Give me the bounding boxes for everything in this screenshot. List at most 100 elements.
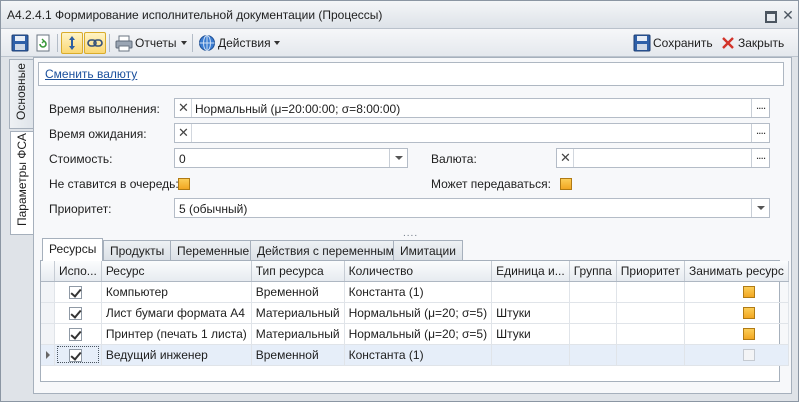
occupy-checkbox[interactable] (743, 328, 756, 341)
type-cell[interactable]: Материальный (251, 302, 345, 324)
transferable-checkbox[interactable] (560, 178, 572, 190)
occupy-cell[interactable] (684, 302, 789, 324)
qty-cell[interactable]: Константа (1) (344, 281, 493, 303)
used-cell[interactable] (54, 323, 102, 345)
used-cell[interactable] (54, 281, 102, 303)
change-currency-link[interactable]: Сменить валюту (45, 67, 137, 81)
occupy-checkbox[interactable] (743, 349, 756, 362)
priority-dropdown-icon[interactable] (751, 199, 769, 217)
ellipsis-button[interactable]: .... (751, 124, 769, 142)
group-cell[interactable] (569, 302, 617, 324)
table-row[interactable]: Ведущий инженер Временной Константа (1) (41, 344, 789, 366)
occupy-cell[interactable] (684, 323, 789, 345)
actions-menu[interactable]: Действия (218, 36, 271, 50)
qty-cell[interactable]: Нормальный (μ=20; σ=5) (344, 323, 493, 345)
clear-icon[interactable]: ✕ (178, 101, 190, 115)
table-row[interactable]: Компьютер Временной Константа (1) (41, 281, 789, 303)
column-header[interactable]: Количество (344, 261, 493, 282)
resource-cell[interactable]: Компьютер (101, 281, 252, 303)
exec-time-value: Нормальный (μ=20:00:00; σ=8:00:00) (195, 102, 401, 116)
occupy-cell[interactable] (684, 344, 789, 366)
priority-cell[interactable] (616, 323, 685, 345)
priority-cell[interactable] (616, 281, 685, 303)
used-checkbox[interactable] (69, 327, 82, 341)
qty-cell[interactable]: Нормальный (μ=20; σ=5) (344, 302, 493, 324)
resource-cell[interactable]: Принтер (печать 1 листа) (101, 323, 252, 345)
used-checkbox[interactable] (69, 285, 82, 299)
unit-cell[interactable]: Штуки (491, 323, 570, 345)
tab-variables[interactable]: Переменные (170, 240, 257, 260)
expand-vertical-button[interactable] (61, 32, 83, 54)
row-indicator[interactable] (41, 344, 55, 366)
type-cell[interactable]: Временной (251, 344, 345, 366)
resource-cell[interactable]: Ведущий инженер (101, 344, 252, 366)
used-checkbox[interactable] (69, 306, 82, 320)
row-indicator-header (41, 261, 55, 282)
tab-resources[interactable]: Ресурсы (42, 238, 104, 261)
ellipsis-button[interactable]: .... (751, 99, 769, 117)
chain-link-icon (87, 39, 103, 47)
link-button[interactable] (84, 32, 106, 54)
group-cell[interactable] (569, 323, 617, 345)
process-window: А4.2.4.1 Формирование исполнительной док… (0, 0, 799, 402)
type-cell[interactable]: Материальный (251, 323, 345, 345)
row-indicator[interactable] (41, 302, 55, 324)
reports-menu[interactable]: Отчеты (135, 36, 176, 50)
occupy-checkbox[interactable] (743, 286, 756, 299)
used-checkbox[interactable] (69, 348, 82, 362)
row-indicator[interactable] (41, 281, 55, 303)
ellipsis-button[interactable]: .... (751, 149, 769, 167)
cost-field[interactable]: 0 (174, 148, 408, 168)
column-header[interactable]: Занимать ресурс (684, 261, 789, 282)
clear-icon[interactable]: ✕ (178, 126, 190, 140)
cost-dropdown-icon[interactable] (389, 149, 407, 167)
restore-icon[interactable] (763, 8, 777, 23)
no-queue-label: Не ставится в очередь: (49, 177, 179, 191)
fsa-params-panel: Сменить валюту Время выполнения: ✕ Норма… (33, 57, 792, 394)
column-header[interactable]: Испо... (54, 261, 102, 282)
occupy-cell[interactable] (684, 281, 789, 303)
column-header[interactable]: Тип ресурса (251, 261, 345, 282)
wait-time-field[interactable]: ✕ .... (174, 123, 770, 143)
row-indicator[interactable] (41, 323, 55, 345)
priority-cell[interactable] (616, 302, 685, 324)
occupy-checkbox[interactable] (743, 307, 756, 320)
window-title: А4.2.4.1 Формирование исполнительной док… (7, 8, 383, 22)
tab-products[interactable]: Продукты (103, 240, 172, 260)
type-cell[interactable]: Временной (251, 281, 345, 303)
clear-icon[interactable]: ✕ (560, 151, 572, 165)
column-header[interactable]: Ресурс (101, 261, 252, 282)
table-row[interactable]: Принтер (печать 1 листа) Материальный Норм… (41, 323, 789, 345)
refresh-document-icon[interactable] (34, 34, 52, 52)
group-cell[interactable] (569, 344, 617, 366)
printer-icon[interactable] (115, 34, 133, 52)
column-header[interactable]: Единица и... (491, 261, 570, 282)
tab-simulations[interactable]: Имитации (393, 240, 463, 260)
close-icon[interactable]: ✕ (781, 8, 795, 22)
priority-field[interactable]: 5 (обычный) (174, 198, 770, 218)
cost-label: Стоимость: (49, 152, 113, 166)
column-header[interactable]: Группа (569, 261, 617, 282)
tab-variable-actions[interactable]: Действия с переменными (250, 240, 408, 260)
save-button[interactable]: Сохранить (653, 36, 713, 50)
unit-cell[interactable] (491, 344, 570, 366)
no-queue-checkbox[interactable] (178, 178, 190, 190)
resource-cell[interactable]: Лист бумаги формата А4 (101, 302, 252, 324)
used-cell[interactable] (54, 302, 102, 324)
exec-time-label: Время выполнения: (49, 102, 160, 116)
qty-cell[interactable]: Константа (1) (344, 344, 493, 366)
priority-cell[interactable] (616, 344, 685, 366)
priority-label: Приоритет: (49, 202, 112, 216)
side-tab-fsa-params[interactable]: Параметры ФСА (10, 131, 34, 235)
close-button[interactable]: Закрыть (738, 36, 784, 50)
column-header[interactable]: Приоритет (616, 261, 685, 282)
currency-label: Валюта: (431, 152, 477, 166)
currency-field[interactable]: ✕ .... (556, 148, 770, 168)
used-cell[interactable] (54, 344, 102, 366)
unit-cell[interactable]: Штуки (491, 302, 570, 324)
exec-time-field[interactable]: ✕ Нормальный (μ=20:00:00; σ=8:00:00) ...… (174, 98, 770, 118)
unit-cell[interactable] (491, 281, 570, 303)
globe-actions-icon[interactable] (198, 34, 216, 52)
group-cell[interactable] (569, 281, 617, 303)
table-row[interactable]: Лист бумаги формата А4 Материальный Нормал… (41, 302, 789, 324)
